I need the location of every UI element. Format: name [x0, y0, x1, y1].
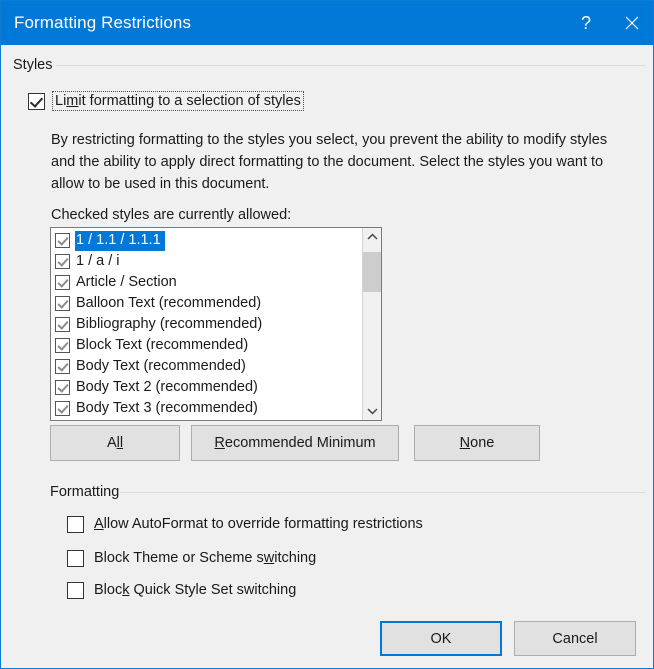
- formatting-group-label: Formatting: [47, 484, 123, 500]
- list-item[interactable]: Article / Section: [52, 272, 362, 293]
- listbox-scrollbar[interactable]: [362, 228, 381, 420]
- list-item[interactable]: Block Text (recommended): [52, 335, 362, 356]
- allow-autoformat-override-checkbox-label-post: llow AutoFormat to override formatting r…: [104, 516, 423, 532]
- block-quick-style-set-switching-checkbox-row[interactable]: Block Quick Style Set switching: [67, 580, 298, 600]
- styles-group-divider: [56, 65, 645, 66]
- block-quick-style-set-switching-checkbox[interactable]: [67, 582, 84, 599]
- block-theme-scheme-switching-checkbox-label: Block Theme or Scheme switching: [92, 549, 318, 567]
- limit-formatting-checkbox-row[interactable]: Limit formatting to a selection of style…: [28, 91, 303, 111]
- allowed-styles-list[interactable]: 1 / 1.1 / 1.1.11 / a / iArticle / Sectio…: [51, 228, 362, 420]
- styles-group-label: Styles: [10, 57, 57, 73]
- limit-formatting-label-part1: Li: [55, 93, 66, 109]
- list-item-checkbox[interactable]: [55, 317, 70, 332]
- list-item[interactable]: 1 / 1.1 / 1.1.1: [52, 230, 362, 251]
- block-theme-scheme-switching-checkbox-row[interactable]: Block Theme or Scheme switching: [67, 548, 318, 568]
- limit-formatting-label-part2: it formatting to a selection of styles: [78, 93, 300, 109]
- block-quick-style-set-switching-checkbox-label-pre: Bloc: [94, 582, 122, 598]
- select-none-styles-button[interactable]: None: [414, 425, 540, 461]
- scrollbar-up-button[interactable]: [363, 228, 381, 246]
- button-label-accel: N: [460, 435, 470, 451]
- list-item-checkbox[interactable]: [55, 338, 70, 353]
- ok-button[interactable]: OK: [380, 621, 502, 656]
- close-button[interactable]: [609, 1, 654, 45]
- styles-description: By restricting formatting to the styles …: [51, 129, 611, 195]
- recommended-minimum-button[interactable]: Recommended Minimum: [191, 425, 399, 461]
- list-item-label: Balloon Text (recommended): [75, 294, 265, 314]
- styles-list-caption: Checked styles are currently allowed:: [51, 204, 291, 226]
- list-item-checkbox[interactable]: [55, 233, 70, 248]
- block-quick-style-set-switching-checkbox-label: Block Quick Style Set switching: [92, 581, 298, 599]
- chevron-up-icon: [367, 233, 378, 241]
- limit-formatting-label: Limit formatting to a selection of style…: [53, 92, 303, 110]
- scrollbar-thumb[interactable]: [363, 252, 381, 292]
- title-bar: Formatting Restrictions ?: [1, 1, 654, 45]
- block-theme-scheme-switching-checkbox[interactable]: [67, 550, 84, 567]
- list-item[interactable]: Body Text (recommended): [52, 356, 362, 377]
- list-item-label: Body Text 3 (recommended): [75, 399, 262, 419]
- window-title: Formatting Restrictions: [1, 13, 191, 33]
- cancel-button[interactable]: Cancel: [514, 621, 636, 656]
- allowed-styles-listbox[interactable]: 1 / 1.1 / 1.1.11 / a / iArticle / Sectio…: [50, 227, 382, 421]
- list-item-checkbox[interactable]: [55, 359, 70, 374]
- list-item[interactable]: Balloon Text (recommended): [52, 293, 362, 314]
- list-item-checkbox[interactable]: [55, 275, 70, 290]
- button-label-accel: R: [214, 435, 224, 451]
- limit-formatting-label-accel: m: [66, 93, 78, 109]
- list-item-label: 1 / a / i: [75, 252, 124, 272]
- allow-autoformat-override-checkbox-label: Allow AutoFormat to override formatting …: [92, 515, 425, 533]
- block-theme-scheme-switching-checkbox-label-post: itching: [274, 550, 316, 566]
- select-all-styles-button[interactable]: All: [50, 425, 180, 461]
- list-item-label: Bibliography (recommended): [75, 315, 266, 335]
- list-item-label: Body Text 2 (recommended): [75, 378, 262, 398]
- limit-formatting-checkbox[interactable]: [28, 93, 45, 110]
- formatting-restrictions-dialog: Formatting Restrictions ? Styles Limit f…: [0, 0, 654, 669]
- block-quick-style-set-switching-checkbox-label-post: Quick Style Set switching: [129, 582, 296, 598]
- scrollbar-track[interactable]: [363, 246, 381, 402]
- list-item-label: Body Text (recommended): [75, 357, 250, 377]
- scrollbar-down-button[interactable]: [363, 402, 381, 420]
- block-theme-scheme-switching-checkbox-label-pre: Block Theme or Scheme s: [94, 550, 264, 566]
- list-item-checkbox[interactable]: [55, 401, 70, 416]
- allow-autoformat-override-checkbox-row[interactable]: Allow AutoFormat to override formatting …: [67, 514, 425, 534]
- help-button[interactable]: ?: [563, 1, 609, 45]
- list-item[interactable]: 1 / a / i: [52, 251, 362, 272]
- close-icon: [625, 16, 639, 30]
- allow-autoformat-override-checkbox-label-accel: A: [94, 516, 104, 532]
- block-theme-scheme-switching-checkbox-label-accel: w: [264, 550, 274, 566]
- button-label-accel: ll: [117, 435, 123, 451]
- list-item-checkbox[interactable]: [55, 254, 70, 269]
- formatting-group-divider: [120, 492, 645, 493]
- allow-autoformat-override-checkbox[interactable]: [67, 516, 84, 533]
- button-label-post: one: [470, 435, 494, 451]
- list-item-checkbox[interactable]: [55, 296, 70, 311]
- list-item-label: Article / Section: [75, 273, 181, 293]
- list-item[interactable]: Body Text 2 (recommended): [52, 377, 362, 398]
- list-item-label: 1 / 1.1 / 1.1.1: [75, 231, 165, 251]
- button-label-post: ecommended Minimum: [225, 435, 376, 451]
- list-item[interactable]: Body Text 3 (recommended): [52, 398, 362, 419]
- question-mark-icon: ?: [581, 14, 591, 32]
- list-item-label: Block Text (recommended): [75, 336, 252, 356]
- list-item-checkbox[interactable]: [55, 380, 70, 395]
- button-label-pre: A: [107, 435, 117, 451]
- chevron-down-icon: [367, 407, 378, 415]
- list-item[interactable]: Bibliography (recommended): [52, 314, 362, 335]
